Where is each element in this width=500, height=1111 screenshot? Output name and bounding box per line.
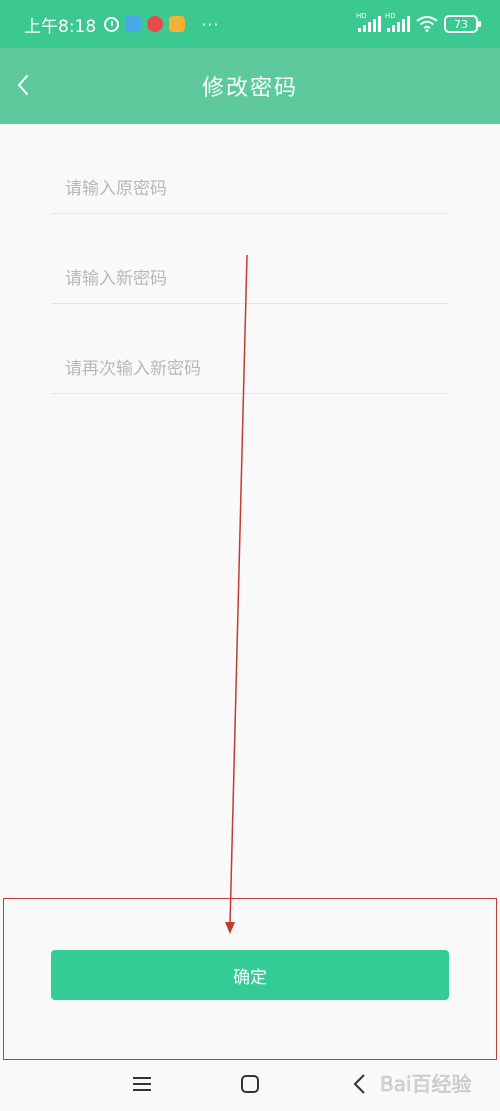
status-system-icons: HD HD 73 bbox=[356, 12, 481, 33]
new-password-field bbox=[51, 254, 449, 304]
battery-icon: 73 bbox=[444, 15, 481, 33]
app-icon bbox=[169, 16, 186, 32]
page-title: 修改密码 bbox=[201, 76, 298, 101]
signal-icon: HD bbox=[385, 12, 410, 32]
menu-icon[interactable] bbox=[128, 1070, 156, 1098]
signal-icon: HD bbox=[356, 12, 381, 32]
network-type-label: HD bbox=[385, 12, 396, 20]
app-header: 修改密码 bbox=[0, 48, 500, 124]
status-notification-icons: ··· bbox=[104, 15, 219, 34]
status-time: 上午8:18 bbox=[24, 16, 97, 37]
app-icon bbox=[125, 16, 142, 32]
back-button[interactable] bbox=[8, 70, 38, 100]
old-password-input[interactable] bbox=[51, 164, 449, 213]
new-password-input[interactable] bbox=[51, 254, 449, 303]
app-icon bbox=[147, 16, 164, 32]
old-password-field bbox=[51, 164, 449, 214]
back-icon[interactable] bbox=[346, 1070, 374, 1098]
confirm-button[interactable]: 确定 bbox=[51, 950, 449, 1000]
chevron-left-icon bbox=[17, 75, 28, 95]
status-bar: 上午8:18 ··· HD HD 73 bbox=[0, 0, 500, 48]
home-icon[interactable] bbox=[236, 1070, 264, 1098]
system-nav-bar bbox=[0, 1060, 500, 1111]
wifi-icon bbox=[416, 16, 438, 32]
more-notifications-icon: ··· bbox=[201, 14, 220, 34]
alarm-icon bbox=[104, 16, 120, 32]
network-type-label: HD bbox=[356, 12, 367, 20]
confirm-password-input[interactable] bbox=[51, 344, 449, 393]
confirm-password-field bbox=[51, 344, 449, 394]
